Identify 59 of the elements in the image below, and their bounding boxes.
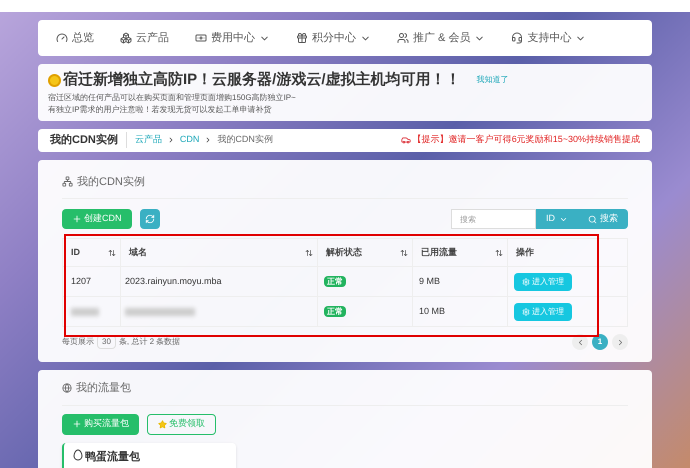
search-icon [588,214,597,224]
sun-icon [48,74,61,87]
per-page-select[interactable]: 30 [97,335,116,349]
status-badge: 正常 [324,306,346,317]
per-page-label: 每页展示 [62,336,94,348]
notice-title: 宿迁新增独立高防IP！云服务器/游戏云/虚拟主机均可用！！ [63,70,461,90]
nav-item[interactable]: 云产品 [120,30,169,46]
users-icon [397,32,409,44]
nav-item[interactable]: 推广 & 会员 [397,30,486,46]
sort-icon [400,248,408,256]
page-title: 我的CDN实例 [50,132,127,148]
nav-item[interactable]: 支持中心 [511,30,586,46]
gear-icon [522,308,530,316]
egg-icon [72,448,84,460]
table-cell: 10 MB [412,296,508,326]
table-cell: 1207 [62,266,120,296]
sort-icon [495,248,503,256]
star-icon [158,420,167,428]
gift-icon [296,32,308,44]
package-title: 鸭蛋流量包 [85,450,140,464]
cubes-icon [120,32,132,44]
column-header[interactable]: 域名 [120,238,318,266]
column-header[interactable]: ID [62,238,120,266]
breadcrumb-link[interactable]: CDN [180,133,200,147]
headset-icon [511,32,524,44]
gear-icon [522,278,530,286]
plus-icon [72,214,82,224]
column-header[interactable]: 解析状态 [318,238,412,266]
blurred-text [71,308,99,316]
table-cell: 2023.rainyun.moyu.mba [120,266,318,296]
blurred-text [125,308,195,316]
network-icon [62,176,73,188]
plus-icon [72,419,82,429]
globe-icon [62,383,72,394]
gauge-icon [56,32,68,44]
refresh-button[interactable] [140,209,160,229]
nav-item[interactable]: 费用中心 [195,30,270,46]
card-title: 我的流量包 [76,380,131,396]
sort-icon [108,248,116,256]
column-header[interactable]: 操作 [508,238,628,266]
nav-item[interactable]: 总览 [56,30,94,46]
banknote-icon [195,32,207,44]
card-title: 我的CDN实例 [77,174,145,190]
promo-tip: 【提示】邀请一客户可得6元奖励和15~30%持续销售提成 [412,133,640,146]
breadcrumb-link[interactable]: 云产品 [134,133,162,147]
nav-item[interactable]: 积分中心 [296,30,371,46]
notice-text: 有独立IP需求的用户注意啦！若发现无货可以发起工单申请补货 [48,104,273,116]
dismiss-link[interactable]: 我知道了 [476,74,509,86]
sort-icon [305,248,313,256]
status-badge: 正常 [324,276,346,287]
search-field[interactable]: 搜索 [451,209,536,229]
car-icon [400,135,411,145]
column-header[interactable]: 已用流量 [412,238,508,266]
next-page-button[interactable] [612,334,628,350]
total-count: 条, 总计 2 条数据 [118,336,180,348]
table-cell: 9 MB [412,266,508,296]
refresh-icon [144,214,154,224]
breadcrumb-current: 我的CDN实例 [217,133,273,146]
notice-text: 宿迁区域的任何产品可以在购买页面和管理页面增购150G高防独立IP~ [48,92,297,104]
